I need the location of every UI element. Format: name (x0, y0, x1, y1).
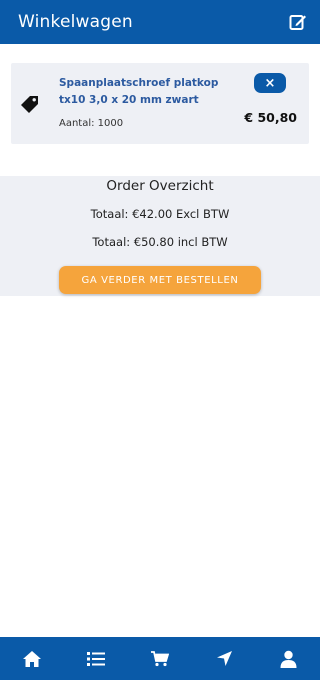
continue-order-button[interactable]: GA VERDER MET BESTELLEN (59, 266, 261, 294)
navigation-icon[interactable] (204, 639, 244, 679)
tag-icon (19, 93, 41, 115)
product-quantity: Aantal: 1000 (59, 118, 124, 129)
overview-title: Order Overzicht (106, 178, 214, 194)
list-icon[interactable] (76, 639, 116, 679)
cart-item: Spaanplaatschroef platkop tx10 3,0 x 20 … (11, 63, 309, 144)
user-icon[interactable] (268, 639, 308, 679)
total-incl-vat: Totaal: €50.80 incl BTW (92, 235, 228, 249)
page-title: Winkelwagen (18, 12, 133, 32)
bottom-navigation (0, 637, 320, 680)
product-name[interactable]: Spaanplaatschroef platkop tx10 3,0 x 20 … (59, 75, 229, 109)
remove-item-button[interactable]: × (254, 73, 286, 93)
edit-note-icon[interactable] (288, 12, 308, 32)
total-excl-vat: Totaal: €42.00 Excl BTW (90, 207, 230, 221)
product-price: € 50,80 (244, 110, 297, 125)
cart-icon[interactable] (140, 639, 180, 679)
order-overview: Order Overzicht Totaal: €42.00 Excl BTW … (0, 176, 320, 296)
app-header: Winkelwagen (0, 0, 320, 44)
home-icon[interactable] (12, 639, 52, 679)
